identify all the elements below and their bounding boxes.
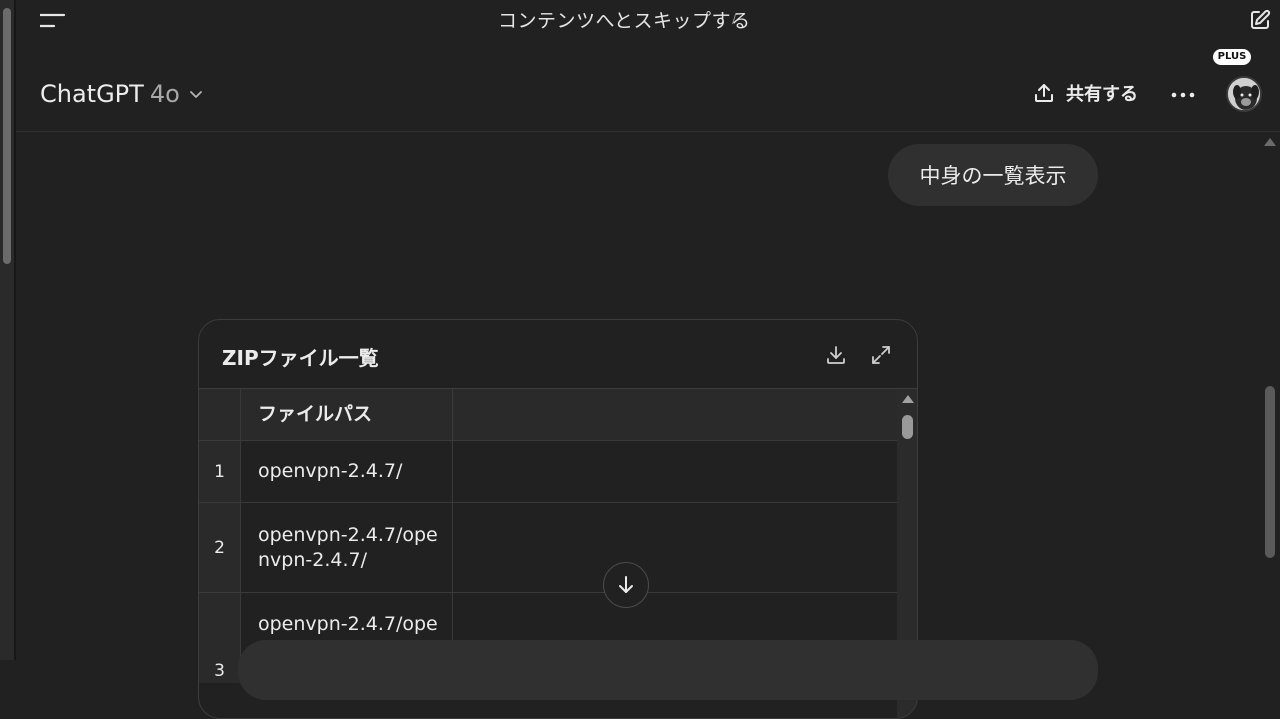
scroll-up-arrow-icon[interactable] (1264, 138, 1276, 146)
user-message-bubble: 中身の一覧表示 (888, 144, 1098, 206)
download-icon[interactable] (824, 343, 848, 367)
model-selector[interactable]: ChatGPT 4o (40, 80, 204, 108)
more-options-button[interactable] (1168, 80, 1198, 110)
index-header (199, 389, 241, 440)
share-button[interactable]: 共有する (1032, 80, 1138, 106)
row-index: 1 (199, 441, 241, 502)
column-header[interactable]: ファイルパス (241, 389, 453, 440)
ellipsis-icon (1171, 92, 1195, 98)
share-icon (1035, 84, 1053, 102)
scroll-to-bottom-button[interactable] (603, 562, 649, 608)
page-scrollbar-thumb[interactable] (3, 8, 11, 264)
table-scroll-up-icon[interactable] (902, 395, 914, 403)
table-header-row: ファイルパス (199, 389, 897, 441)
card-title: ZIPファイル一覧 (222, 346, 379, 370)
header-filler (453, 389, 897, 440)
table-scrollbar-thumb[interactable] (902, 415, 913, 439)
plan-badge: PLUS (1213, 49, 1251, 65)
top-bar: コンテンツへとスキップする ∕ (16, 0, 1280, 40)
table-row[interactable]: 1 openvpn-2.4.7/ (199, 441, 897, 503)
edit-icon[interactable] (1248, 8, 1272, 32)
row-index: 3 (199, 593, 241, 683)
avatar[interactable] (1226, 76, 1262, 112)
pencil-small-icon: ∕ (732, 12, 737, 26)
user-avatar-icon (1228, 78, 1260, 110)
expand-icon[interactable] (869, 343, 893, 367)
chat-scrollbar-thumb[interactable] (1265, 386, 1275, 558)
row-path: openvpn-2.4.7/openvpn-2.4.7/ (241, 503, 453, 592)
row-index: 2 (199, 503, 241, 592)
menu-icon[interactable] (38, 10, 68, 30)
chevron-down-icon (189, 91, 202, 98)
message-composer[interactable] (238, 640, 1098, 700)
row-filler (453, 441, 897, 502)
user-message-text: 中身の一覧表示 (919, 164, 1067, 188)
page-scrollbar[interactable] (0, 0, 14, 660)
model-version: 4o (149, 80, 180, 108)
row-filler (453, 503, 897, 592)
share-label: 共有する (1066, 84, 1138, 105)
chat-header: ChatGPT 4o 共有する (16, 60, 1280, 132)
skip-to-content-link[interactable]: コンテンツへとスキップする (498, 6, 751, 33)
row-path: openvpn-2.4.7/ (241, 441, 453, 502)
table-row[interactable]: 2 openvpn-2.4.7/openvpn-2.4.7/ (199, 503, 897, 593)
arrow-down-icon (619, 576, 633, 593)
model-name: ChatGPT (40, 80, 144, 108)
